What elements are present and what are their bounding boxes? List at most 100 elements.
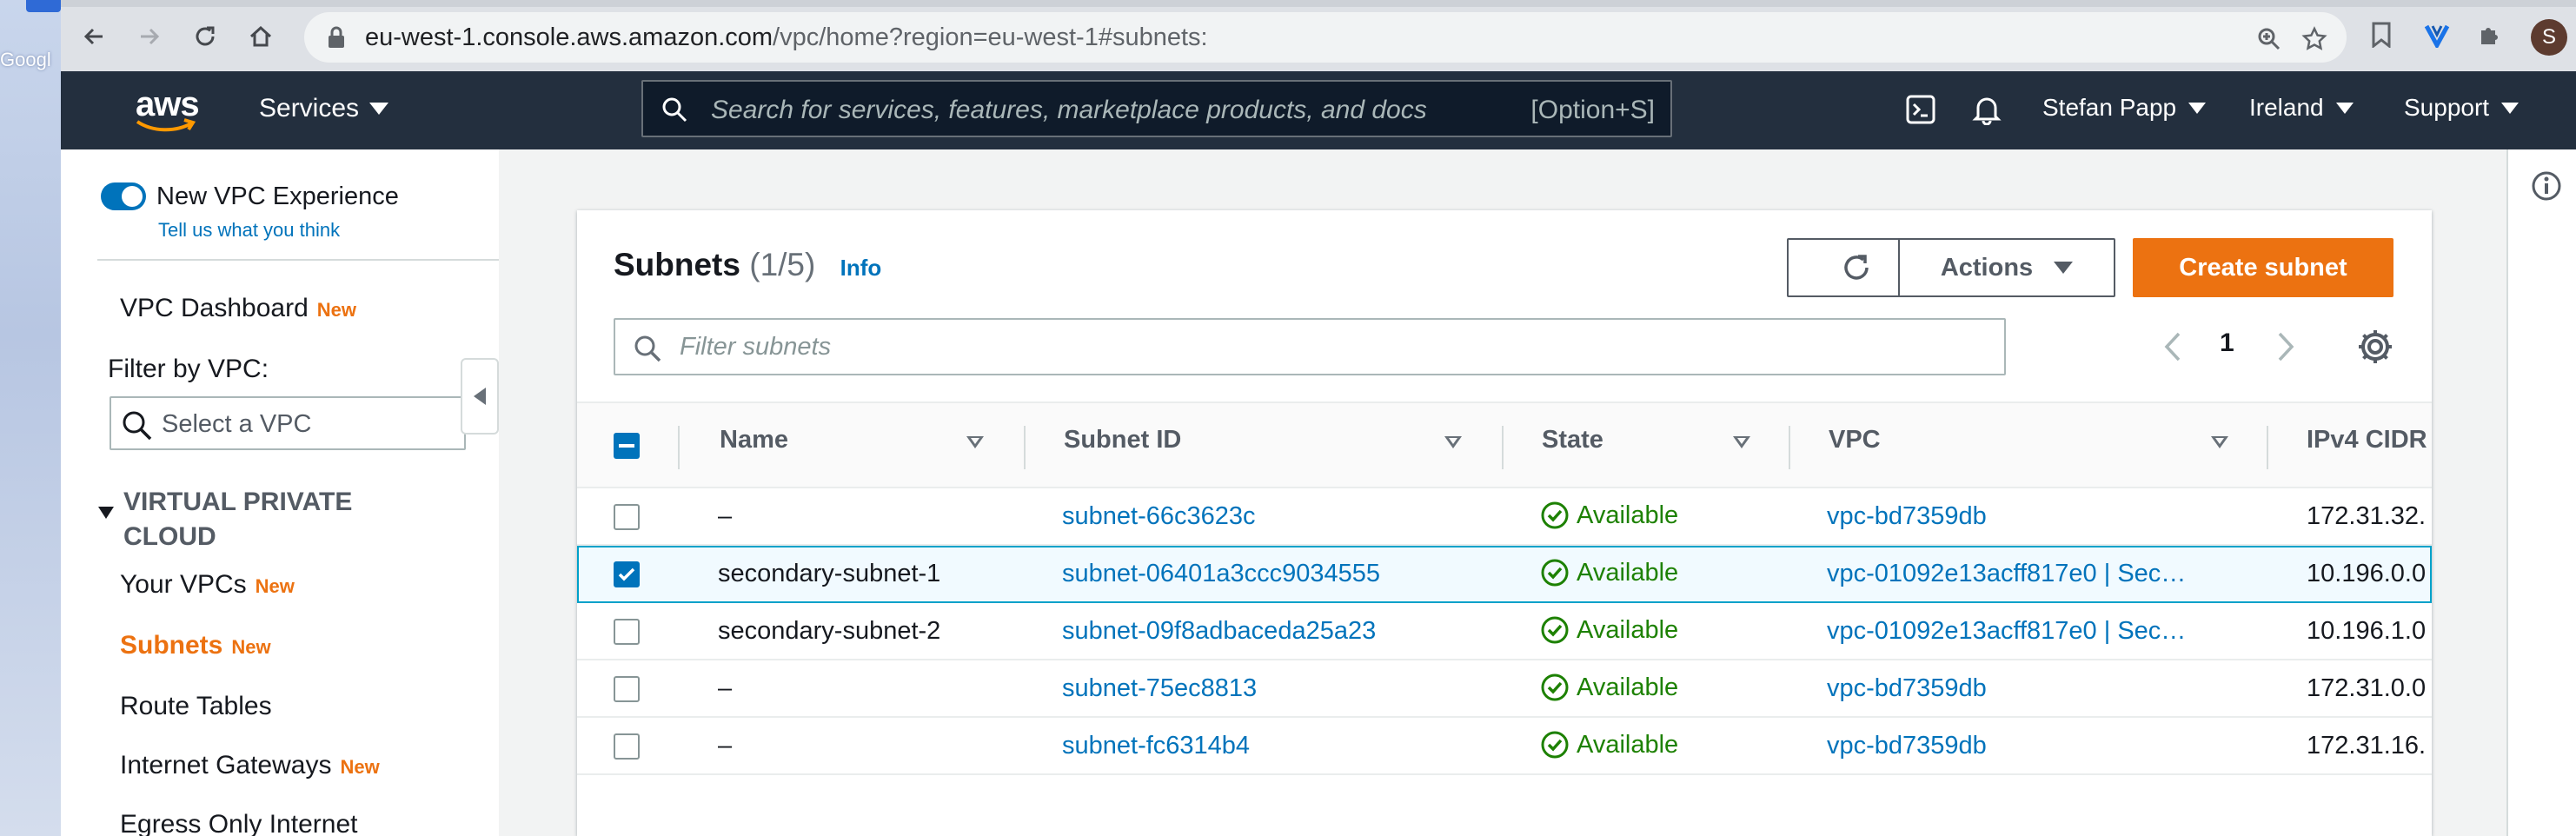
desktop-tab-fragment: [26, 0, 61, 12]
info-icon[interactable]: [2531, 170, 2562, 202]
cell-subnet-id-link[interactable]: subnet-fc6314b4: [1062, 732, 1250, 760]
profile-avatar[interactable]: S: [2531, 19, 2567, 56]
back-button[interactable]: [75, 17, 113, 56]
sidebar-item-label: Internet Gateways: [120, 751, 332, 780]
vpc-select-placeholder: Select a VPC: [162, 410, 312, 438]
next-page-button[interactable]: [2268, 323, 2303, 370]
new-badge: New: [340, 756, 380, 778]
status-success-icon: [1541, 673, 1569, 701]
chevron-left-icon: [2164, 332, 2181, 362]
account-menu[interactable]: Stefan Papp: [2042, 94, 2207, 122]
row-checkbox[interactable]: [614, 619, 640, 645]
new-badge: New: [316, 299, 357, 321]
actions-dropdown[interactable]: Actions: [1898, 238, 2115, 297]
column-header-ipv4-cidr[interactable]: IPv4 CIDR: [2307, 426, 2432, 454]
page-title: Subnets (1/5) Info: [614, 247, 881, 283]
sort-icon[interactable]: [2211, 436, 2228, 448]
cell-subnet-id-link[interactable]: subnet-66c3623c: [1062, 502, 1256, 531]
subnets-panel: Subnets (1/5) Info Actions Create subnet…: [577, 210, 2432, 836]
search-placeholder: Search for services, features, marketpla…: [711, 96, 1427, 124]
notifications-button[interactable]: [1971, 94, 2002, 125]
sort-icon[interactable]: [1733, 436, 1750, 448]
row-checkbox[interactable]: [614, 733, 640, 760]
column-header-name[interactable]: Name: [720, 426, 788, 454]
aws-logo[interactable]: aws: [130, 83, 200, 136]
sidebar-item-egress-only-internet[interactable]: Egress Only Internet: [120, 810, 357, 836]
region-name: Ireland: [2249, 94, 2324, 121]
column-header-vpc[interactable]: VPC: [1829, 426, 1881, 454]
caret-down-icon: [2501, 102, 2520, 114]
support-menu[interactable]: Support: [2404, 94, 2520, 122]
browser-toolbar: eu-west-1.console.aws.amazon.com/vpc/hom…: [61, 0, 2576, 71]
caret-down-icon: [2335, 102, 2354, 114]
table-settings-gear-icon[interactable]: [2354, 325, 2397, 368]
back-arrow-icon: [83, 28, 103, 45]
current-page-number[interactable]: 1: [2220, 328, 2234, 358]
feedback-link[interactable]: Tell us what you think: [158, 219, 340, 242]
table-row[interactable]: secondary-subnet-2 subnet-09f8adbaceda25…: [577, 603, 2432, 660]
table-row[interactable]: – subnet-fc6314b4 Available vpc-bd7359db…: [577, 718, 2432, 775]
cell-vpc-link[interactable]: vpc-bd7359db: [1827, 674, 2244, 703]
browser-tab-strip: [61, 0, 2576, 7]
sidebar-item-subnets[interactable]: Subnets New: [120, 631, 271, 660]
cell-vpc-link[interactable]: vpc-01092e13acff817e0 | Sec…: [1827, 617, 2244, 646]
reload-button[interactable]: [186, 17, 224, 56]
status-success-icon: [1541, 731, 1569, 759]
extensions-puzzle-icon[interactable]: [2472, 17, 2506, 52]
home-button[interactable]: [242, 17, 280, 56]
support-label: Support: [2404, 94, 2490, 121]
column-header-subnet-id[interactable]: Subnet ID: [1064, 426, 1181, 454]
new-experience-toggle[interactable]: [101, 182, 146, 210]
services-menu[interactable]: Services: [259, 94, 389, 123]
region-menu[interactable]: Ireland: [2249, 94, 2354, 122]
select-all-checkbox[interactable]: [614, 433, 640, 459]
bookmarks-icon[interactable]: [2364, 17, 2399, 52]
address-bar[interactable]: eu-west-1.console.aws.amazon.com/vpc/hom…: [304, 12, 2347, 63]
bell-icon: [1972, 97, 2002, 125]
sort-icon[interactable]: [966, 436, 984, 448]
cell-vpc-link[interactable]: vpc-bd7359db: [1827, 732, 2244, 760]
cell-name: –: [718, 674, 733, 702]
table-row[interactable]: – subnet-66c3623c Available vpc-bd7359db…: [577, 488, 2432, 546]
aws-search-input[interactable]: Search for services, features, marketpla…: [641, 80, 1672, 137]
sort-icon[interactable]: [1444, 436, 1462, 448]
vpc-filter-select[interactable]: Select a VPC: [110, 396, 466, 450]
table-row-selected[interactable]: secondary-subnet-1 subnet-06401a3ccc9034…: [577, 546, 2432, 603]
sidebar-item-route-tables[interactable]: Route Tables: [120, 692, 272, 721]
row-checkbox-checked[interactable]: [614, 561, 640, 587]
search-icon: [123, 411, 152, 441]
search-icon: [634, 335, 661, 362]
section-caret-icon[interactable]: [97, 506, 115, 520]
bookmark-star-icon[interactable]: [2300, 24, 2329, 54]
cell-ipv4-cidr: 10.196.0.0: [2307, 560, 2427, 587]
column-header-state[interactable]: State: [1542, 426, 1603, 454]
cell-subnet-id-link[interactable]: subnet-06401a3ccc9034555: [1062, 560, 1380, 588]
filter-subnets-input[interactable]: Filter subnets: [614, 318, 2006, 375]
cell-vpc-link[interactable]: vpc-01092e13acff817e0 | Sec…: [1827, 560, 2244, 588]
cell-subnet-id-link[interactable]: subnet-09f8adbaceda25a23: [1062, 617, 1376, 646]
cell-subnet-id-link[interactable]: subnet-75ec8813: [1062, 674, 1257, 703]
info-link[interactable]: Info: [840, 255, 882, 281]
table-row[interactable]: – subnet-75ec8813 Available vpc-bd7359db…: [577, 660, 2432, 718]
chevron-right-icon: [2278, 332, 2294, 362]
row-checkbox[interactable]: [614, 504, 640, 530]
create-subnet-button[interactable]: Create subnet: [2133, 238, 2393, 297]
row-checkbox[interactable]: [614, 676, 640, 702]
previous-page-button[interactable]: [2155, 323, 2190, 370]
sidebar-item-vpc-dashboard[interactable]: VPC Dashboard New: [120, 294, 356, 323]
cell-vpc-link[interactable]: vpc-bd7359db: [1827, 502, 2244, 531]
section-virtual-private-cloud[interactable]: VIRTUAL PRIVATE CLOUD: [123, 485, 352, 554]
cloudshell-button[interactable]: [1905, 94, 1936, 125]
sidebar-item-your-vpcs[interactable]: Your VPCs New: [120, 570, 295, 600]
sidebar-collapse-button[interactable]: [461, 358, 499, 435]
cell-state: Available: [1540, 730, 1678, 760]
sidebar-item-internet-gateways[interactable]: Internet Gateways New: [120, 751, 380, 780]
column-separator: [2267, 426, 2268, 469]
cell-name: –: [718, 732, 733, 760]
cell-ipv4-cidr: 10.196.1.0: [2307, 617, 2427, 645]
zoom-icon[interactable]: [2254, 24, 2284, 54]
state-label: Available: [1577, 730, 1679, 759]
column-separator: [1789, 426, 1790, 469]
forward-button[interactable]: [130, 17, 169, 56]
extension-v-icon[interactable]: [2420, 17, 2454, 52]
